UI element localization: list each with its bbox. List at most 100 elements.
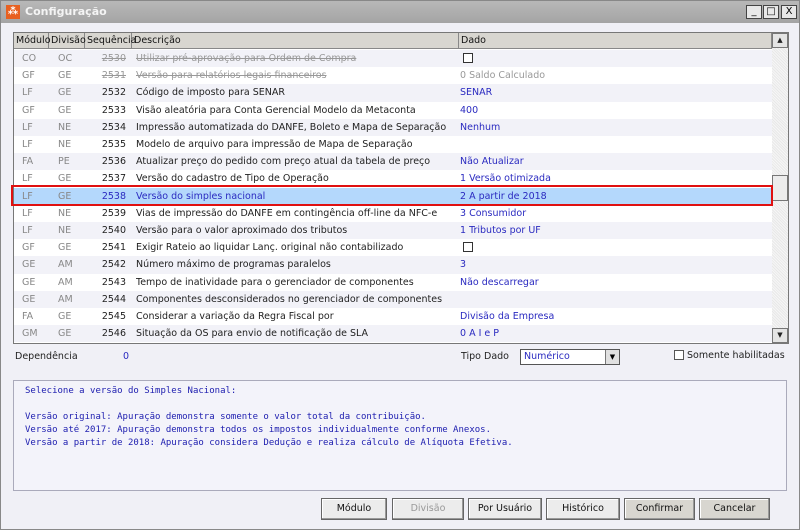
tipo-dado-value: Numérico: [524, 351, 570, 362]
cell-desc: Versão para relatórios legais financeiro…: [136, 70, 327, 82]
cell-desc: Componentes desconsiderados no gerenciad…: [136, 293, 443, 305]
scroll-up-icon[interactable]: ▲: [772, 33, 788, 48]
cell-seq: 2546: [101, 328, 126, 340]
cell-dado: Não descarregar: [460, 276, 539, 288]
cell-desc: Considerar a variação da Regra Fiscal po…: [136, 311, 334, 322]
por-usuario-button[interactable]: Por Usuário: [468, 498, 542, 520]
table-row[interactable]: FA PE 2536 Atualizar preço do pedido com pr…: [14, 153, 772, 171]
cell-modulo: GF: [22, 242, 35, 254]
table-row[interactable]: FA GE 2545 Considerar a variação da Regra F…: [14, 308, 772, 325]
cell-seq: 2534: [101, 121, 126, 133]
table-row[interactable]: GF GE 2531 Versão para relatórios legais fi…: [14, 67, 772, 84]
cell-dado: 0 A I e P: [460, 328, 499, 340]
cell-seq: 2533: [101, 104, 126, 116]
table-row[interactable]: GM GE 2546 Situação da OS para envio de not…: [14, 325, 772, 343]
selection-highlight: [11, 185, 773, 206]
cell-dado: [460, 50, 760, 69]
cell-modulo: GM: [22, 328, 38, 340]
vertical-scrollbar[interactable]: ▲ ▼: [772, 33, 788, 343]
cell-modulo: FA: [22, 311, 34, 322]
cell-dado: Nenhum: [460, 121, 501, 133]
col-sequencia[interactable]: Sequência: [85, 33, 136, 48]
cell-seq: 2541: [101, 242, 126, 254]
cell-modulo: LF: [22, 87, 33, 99]
col-dado[interactable]: Dado: [459, 33, 772, 48]
app-icon: ⁂: [6, 5, 20, 19]
cell-modulo: GF: [22, 104, 35, 116]
table-row[interactable]: LF GE 2532 Código de imposto para SENAR SENA…: [14, 84, 772, 102]
cell-desc: Vias de impressão do DANFE em contingênc…: [136, 207, 438, 219]
close-button[interactable]: X: [781, 5, 797, 19]
window-title: Configuração: [25, 5, 107, 18]
divisao-button[interactable]: Divisão: [392, 498, 464, 520]
cell-seq: 2536: [101, 156, 126, 168]
cell-desc: Versão para o valor aproximado dos tribu…: [136, 225, 348, 236]
cell-desc: Impressão automatizada do DANFE, Boleto …: [136, 121, 447, 133]
table-header: Módulo Divisão Sequência Descrição Dado: [14, 33, 772, 49]
cell-modulo: LF: [22, 207, 33, 219]
cell-desc: Situação da OS para envio de notificação…: [136, 328, 369, 340]
table-row[interactable]: CO OC 2530 Utilizar pré-aprovação para Orde…: [14, 50, 772, 69]
cell-desc: Atualizar preço do pedido com preço atua…: [136, 156, 431, 168]
cell-modulo: LF: [22, 225, 33, 236]
cell-seq: 2535: [101, 139, 126, 150]
cancelar-button[interactable]: Cancelar: [699, 498, 770, 520]
description-box: Selecione a versão do Simples Nacional: …: [13, 380, 787, 491]
col-modulo[interactable]: Módulo: [14, 33, 51, 48]
cell-dado: [460, 239, 760, 258]
somente-habilitadas-checkbox[interactable]: [674, 350, 684, 360]
tipo-dado-select[interactable]: Numérico ▼: [520, 349, 620, 365]
configuracao-window: ⁂ Configuração _ □ X Módulo Divisão Sequ…: [0, 0, 800, 530]
table-row[interactable]: GE AM 2544 Componentes desconsiderados no g…: [14, 290, 772, 308]
cell-desc: Visão aleatória para Conta Gerencial Mod…: [136, 104, 416, 116]
cell-dado: Divisão da Empresa: [460, 311, 555, 322]
table-row[interactable]: GF GE 2541 Exigir Rateio ao liquidar Lanç. …: [14, 239, 772, 256]
table-row[interactable]: LF NE 2534 Impressão automatizada do DANFE,…: [14, 118, 772, 136]
scroll-thumb[interactable]: [772, 175, 788, 201]
dependencia-label: Dependência: [15, 351, 78, 362]
cell-dado: 3 Consumidor: [460, 207, 527, 219]
modulo-button[interactable]: Módulo: [321, 498, 387, 520]
cell-desc: Código de imposto para SENAR: [136, 87, 285, 99]
dependencia-value: 0: [123, 351, 130, 362]
cell-desc: Exigir Rateio ao liquidar Lanç. original…: [136, 242, 404, 254]
confirmar-button[interactable]: Confirmar: [624, 498, 695, 520]
cell-modulo: GE: [22, 293, 36, 305]
cell-dado: SENAR: [460, 87, 493, 99]
cell-dado: Não Atualizar: [460, 156, 524, 168]
col-descricao[interactable]: Descrição: [132, 33, 459, 48]
cell-seq: 2531: [101, 70, 126, 82]
col-divisao[interactable]: Divisão: [49, 33, 86, 48]
cell-modulo: CO: [22, 53, 37, 64]
cell-desc: Utilizar pré-aprovação para Ordem de Com…: [136, 53, 357, 64]
cell-seq: 2542: [101, 259, 126, 271]
cell-dado: 400: [460, 104, 479, 116]
cell-seq: 2540: [101, 225, 126, 236]
cell-dado: 3: [460, 259, 467, 271]
dado-checkbox[interactable]: [463, 242, 473, 253]
cell-seq: 2543: [101, 276, 126, 288]
cell-desc: Modelo de arquivo para impressão de Mapa…: [136, 139, 413, 150]
title-bar: ⁂ Configuração _ □ X: [1, 1, 799, 23]
maximize-button[interactable]: □: [763, 5, 779, 19]
table-row[interactable]: GE AM 2543 Tempo de inatividade para o gere…: [14, 274, 772, 291]
cell-dado: 1 Tributos por UF: [460, 225, 541, 236]
cell-modulo: FA: [22, 156, 34, 168]
table-row[interactable]: LF NE 2539 Vias de impressão do DANFE em co…: [14, 205, 772, 222]
cell-modulo: GE: [22, 259, 36, 271]
chevron-down-icon[interactable]: ▼: [605, 350, 619, 364]
cell-seq: 2532: [101, 87, 126, 99]
cell-modulo: LF: [22, 121, 33, 133]
table-row[interactable]: GE AM 2542 Número máximo de programas paral…: [14, 256, 772, 274]
historico-button[interactable]: Histórico: [546, 498, 620, 520]
table-row[interactable]: LF NE 2540 Versão para o valor aproximado d…: [14, 222, 772, 240]
dado-checkbox[interactable]: [463, 53, 473, 63]
table-row[interactable]: LF NE 2535 Modelo de arquivo para impressão…: [14, 136, 772, 153]
cell-modulo: GF: [22, 70, 35, 82]
cell-desc: Tempo de inatividade para o gerenciador …: [136, 276, 414, 288]
cell-seq: 2545: [101, 311, 126, 322]
table-row[interactable]: GF GE 2533 Visão aleatória para Conta Geren…: [14, 102, 772, 119]
somente-habilitadas-label[interactable]: Somente habilitadas: [687, 350, 785, 361]
minimize-button[interactable]: _: [746, 5, 762, 19]
scroll-down-icon[interactable]: ▼: [772, 328, 788, 343]
